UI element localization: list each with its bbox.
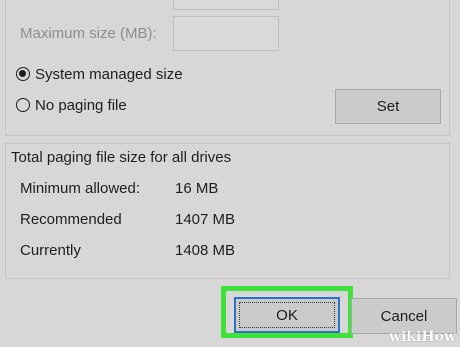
system-managed-label: System managed size — [35, 66, 183, 83]
radio-selected-icon — [16, 67, 30, 81]
currently-label: Currently — [20, 242, 81, 259]
watermark-how: How — [421, 329, 456, 345]
currently-value: 1408 MB — [175, 242, 236, 259]
watermark-wiki: wiki — [388, 329, 422, 345]
ok-button[interactable]: OK — [234, 297, 340, 333]
radio-no-paging-file[interactable]: No paging file — [16, 97, 166, 117]
minimum-allowed-label: Minimum allowed: — [20, 180, 141, 197]
minimum-allowed-value: 16 MB — [175, 180, 219, 197]
cancel-button-label: Cancel — [380, 307, 428, 325]
initial-size-input[interactable] — [173, 0, 279, 10]
set-button[interactable]: Set — [335, 89, 441, 124]
recommended-label: Recommended — [20, 211, 122, 228]
maximum-size-input[interactable] — [173, 16, 279, 51]
radio-unselected-icon — [16, 98, 30, 112]
totals-title: Total paging file size for all drives — [11, 149, 235, 166]
ok-button-label: OK — [276, 306, 298, 324]
maximum-size-label: Maximum size (MB): — [20, 25, 157, 42]
set-button-label: Set — [376, 98, 400, 115]
recommended-value: 1407 MB — [175, 211, 236, 228]
radio-system-managed[interactable]: System managed size — [16, 66, 206, 86]
no-paging-label: No paging file — [35, 97, 127, 114]
wikihow-watermark: wikiHow — [389, 329, 456, 345]
